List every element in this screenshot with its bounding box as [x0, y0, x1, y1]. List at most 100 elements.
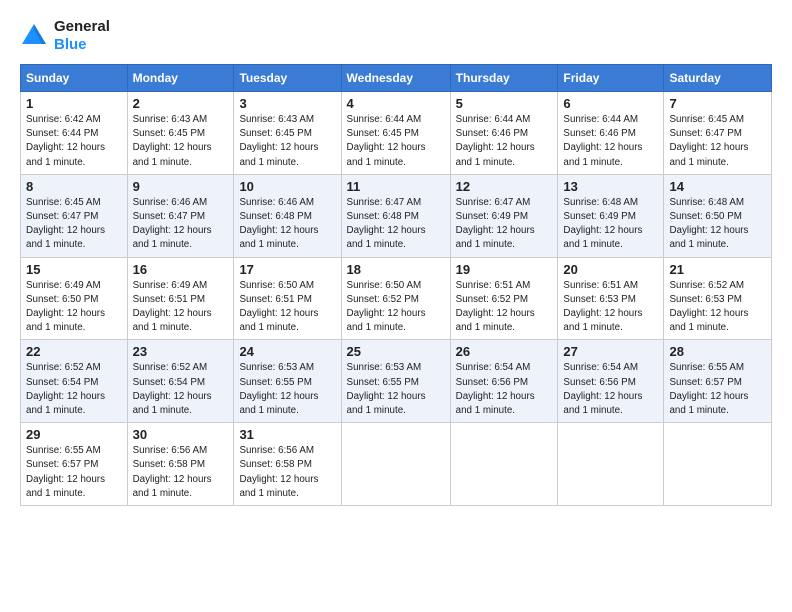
calendar-header-monday: Monday: [127, 65, 234, 92]
logo-blue-text: Blue: [54, 36, 110, 54]
sunset-label: Sunset: 6:46 PM: [456, 128, 528, 139]
sunset-label: Sunset: 6:50 PM: [26, 294, 98, 305]
calendar-cell: [558, 423, 664, 506]
calendar-cell: [341, 423, 450, 506]
daylight-label: Daylight: 12 hoursand 1 minute.: [669, 391, 748, 416]
header: General Blue: [20, 18, 772, 54]
sunrise-label: Sunrise: 6:53 AM: [239, 362, 314, 373]
calendar-cell: 14 Sunrise: 6:48 AM Sunset: 6:50 PM Dayl…: [664, 174, 772, 257]
day-number: 11: [347, 179, 445, 194]
calendar-cell: 12 Sunrise: 6:47 AM Sunset: 6:49 PM Dayl…: [450, 174, 558, 257]
day-info: Sunrise: 6:49 AM Sunset: 6:51 PM Dayligh…: [133, 279, 229, 336]
day-number: 21: [669, 262, 766, 277]
daylight-label: Daylight: 12 hoursand 1 minute.: [456, 225, 535, 250]
sunrise-label: Sunrise: 6:46 AM: [239, 197, 314, 208]
sunset-label: Sunset: 6:45 PM: [239, 128, 311, 139]
calendar-header-tuesday: Tuesday: [234, 65, 341, 92]
daylight-label: Daylight: 12 hoursand 1 minute.: [133, 308, 212, 333]
daylight-label: Daylight: 12 hoursand 1 minute.: [347, 391, 426, 416]
calendar-week-4: 22 Sunrise: 6:52 AM Sunset: 6:54 PM Dayl…: [21, 340, 772, 423]
day-number: 5: [456, 96, 553, 111]
calendar-week-3: 15 Sunrise: 6:49 AM Sunset: 6:50 PM Dayl…: [21, 257, 772, 340]
daylight-label: Daylight: 12 hoursand 1 minute.: [669, 142, 748, 167]
day-info: Sunrise: 6:51 AM Sunset: 6:52 PM Dayligh…: [456, 279, 553, 336]
day-number: 28: [669, 344, 766, 359]
sunset-label: Sunset: 6:52 PM: [456, 294, 528, 305]
calendar-header-saturday: Saturday: [664, 65, 772, 92]
day-number: 8: [26, 179, 122, 194]
daylight-label: Daylight: 12 hoursand 1 minute.: [26, 474, 105, 499]
daylight-label: Daylight: 12 hoursand 1 minute.: [239, 391, 318, 416]
calendar-header-friday: Friday: [558, 65, 664, 92]
day-info: Sunrise: 6:54 AM Sunset: 6:56 PM Dayligh…: [563, 361, 658, 418]
day-info: Sunrise: 6:52 AM Sunset: 6:54 PM Dayligh…: [133, 361, 229, 418]
sunrise-label: Sunrise: 6:52 AM: [669, 280, 744, 291]
day-info: Sunrise: 6:42 AM Sunset: 6:44 PM Dayligh…: [26, 113, 122, 170]
daylight-label: Daylight: 12 hoursand 1 minute.: [26, 391, 105, 416]
daylight-label: Daylight: 12 hoursand 1 minute.: [456, 142, 535, 167]
day-info: Sunrise: 6:48 AM Sunset: 6:49 PM Dayligh…: [563, 196, 658, 253]
day-number: 13: [563, 179, 658, 194]
sunset-label: Sunset: 6:50 PM: [669, 211, 741, 222]
calendar-cell: 20 Sunrise: 6:51 AM Sunset: 6:53 PM Dayl…: [558, 257, 664, 340]
logo: General Blue: [20, 18, 110, 54]
sunset-label: Sunset: 6:53 PM: [563, 294, 635, 305]
day-info: Sunrise: 6:44 AM Sunset: 6:46 PM Dayligh…: [456, 113, 553, 170]
calendar-cell: 17 Sunrise: 6:50 AM Sunset: 6:51 PM Dayl…: [234, 257, 341, 340]
day-info: Sunrise: 6:56 AM Sunset: 6:58 PM Dayligh…: [239, 444, 335, 501]
day-number: 22: [26, 344, 122, 359]
sunset-label: Sunset: 6:57 PM: [669, 377, 741, 388]
day-info: Sunrise: 6:45 AM Sunset: 6:47 PM Dayligh…: [669, 113, 766, 170]
day-info: Sunrise: 6:52 AM Sunset: 6:54 PM Dayligh…: [26, 361, 122, 418]
sunrise-label: Sunrise: 6:47 AM: [456, 197, 531, 208]
daylight-label: Daylight: 12 hoursand 1 minute.: [26, 225, 105, 250]
calendar-cell: 22 Sunrise: 6:52 AM Sunset: 6:54 PM Dayl…: [21, 340, 128, 423]
calendar-cell: 31 Sunrise: 6:56 AM Sunset: 6:58 PM Dayl…: [234, 423, 341, 506]
calendar-cell: 29 Sunrise: 6:55 AM Sunset: 6:57 PM Dayl…: [21, 423, 128, 506]
daylight-label: Daylight: 12 hoursand 1 minute.: [456, 391, 535, 416]
sunrise-label: Sunrise: 6:54 AM: [456, 362, 531, 373]
daylight-label: Daylight: 12 hoursand 1 minute.: [563, 391, 642, 416]
day-info: Sunrise: 6:52 AM Sunset: 6:53 PM Dayligh…: [669, 279, 766, 336]
calendar-header-thursday: Thursday: [450, 65, 558, 92]
calendar-cell: 10 Sunrise: 6:46 AM Sunset: 6:48 PM Dayl…: [234, 174, 341, 257]
sunrise-label: Sunrise: 6:43 AM: [133, 114, 208, 125]
sunrise-label: Sunrise: 6:54 AM: [563, 362, 638, 373]
day-number: 30: [133, 427, 229, 442]
daylight-label: Daylight: 12 hoursand 1 minute.: [239, 142, 318, 167]
calendar-cell: 7 Sunrise: 6:45 AM Sunset: 6:47 PM Dayli…: [664, 92, 772, 175]
sunrise-label: Sunrise: 6:47 AM: [347, 197, 422, 208]
daylight-label: Daylight: 12 hoursand 1 minute.: [563, 225, 642, 250]
calendar-cell: 8 Sunrise: 6:45 AM Sunset: 6:47 PM Dayli…: [21, 174, 128, 257]
logo-wrapper: General Blue: [20, 18, 110, 54]
sunset-label: Sunset: 6:44 PM: [26, 128, 98, 139]
daylight-label: Daylight: 12 hoursand 1 minute.: [239, 474, 318, 499]
calendar-cell: 11 Sunrise: 6:47 AM Sunset: 6:48 PM Dayl…: [341, 174, 450, 257]
calendar-cell: 2 Sunrise: 6:43 AM Sunset: 6:45 PM Dayli…: [127, 92, 234, 175]
day-info: Sunrise: 6:51 AM Sunset: 6:53 PM Dayligh…: [563, 279, 658, 336]
day-number: 25: [347, 344, 445, 359]
sunset-label: Sunset: 6:58 PM: [239, 459, 311, 470]
sunrise-label: Sunrise: 6:51 AM: [563, 280, 638, 291]
sunrise-label: Sunrise: 6:50 AM: [347, 280, 422, 291]
day-number: 6: [563, 96, 658, 111]
daylight-label: Daylight: 12 hoursand 1 minute.: [563, 308, 642, 333]
calendar-cell: 30 Sunrise: 6:56 AM Sunset: 6:58 PM Dayl…: [127, 423, 234, 506]
calendar-week-5: 29 Sunrise: 6:55 AM Sunset: 6:57 PM Dayl…: [21, 423, 772, 506]
calendar-cell: 25 Sunrise: 6:53 AM Sunset: 6:55 PM Dayl…: [341, 340, 450, 423]
day-number: 15: [26, 262, 122, 277]
sunset-label: Sunset: 6:47 PM: [26, 211, 98, 222]
calendar-table: SundayMondayTuesdayWednesdayThursdayFrid…: [20, 64, 772, 506]
daylight-label: Daylight: 12 hoursand 1 minute.: [563, 142, 642, 167]
sunrise-label: Sunrise: 6:50 AM: [239, 280, 314, 291]
day-number: 16: [133, 262, 229, 277]
sunset-label: Sunset: 6:58 PM: [133, 459, 205, 470]
sunrise-label: Sunrise: 6:48 AM: [669, 197, 744, 208]
sunrise-label: Sunrise: 6:42 AM: [26, 114, 101, 125]
sunset-label: Sunset: 6:55 PM: [347, 377, 419, 388]
day-info: Sunrise: 6:56 AM Sunset: 6:58 PM Dayligh…: [133, 444, 229, 501]
daylight-label: Daylight: 12 hoursand 1 minute.: [669, 225, 748, 250]
day-info: Sunrise: 6:43 AM Sunset: 6:45 PM Dayligh…: [133, 113, 229, 170]
day-info: Sunrise: 6:50 AM Sunset: 6:52 PM Dayligh…: [347, 279, 445, 336]
day-number: 23: [133, 344, 229, 359]
